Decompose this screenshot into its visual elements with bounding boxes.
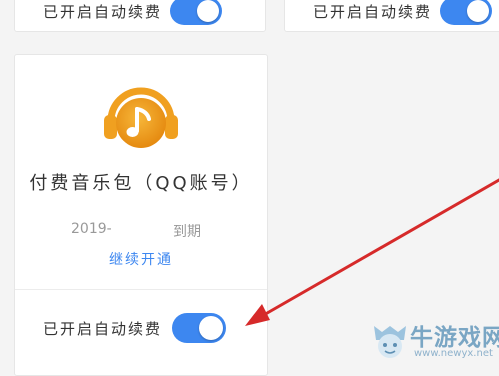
mascot-logo-icon [374, 326, 406, 358]
site-watermark: 牛游戏网 www.newyx.net [370, 318, 499, 363]
watermark-text: 牛游戏网 [410, 325, 499, 351]
annotation-arrow [245, 178, 499, 326]
watermark-url: www.newyx.net [414, 348, 493, 359]
